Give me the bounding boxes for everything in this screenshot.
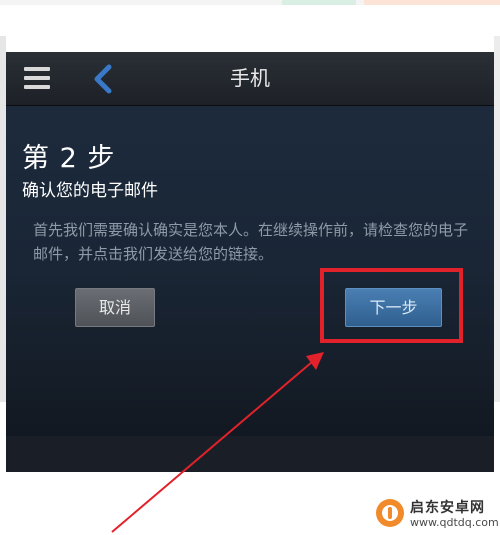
bottom-bar [6,436,494,472]
browser-top-strip [0,0,500,5]
step-subtitle: 确认您的电子邮件 [22,181,158,201]
watermark-name: 启东安卓网 [410,500,485,516]
step-title: 第 2 步 [22,143,116,174]
browser-tab[interactable] [364,0,500,5]
browser-tab[interactable] [282,0,356,5]
app-titlebar: 手机 [6,52,494,106]
watermark-url: www.qdtdq.com [410,516,499,529]
chevron-left-icon[interactable] [90,64,116,94]
next-step-button[interactable]: 下一步 [345,288,442,327]
page-title: 手机 [230,66,270,90]
cancel-button[interactable]: 取消 [75,288,155,327]
phone-screen: 手机 第 2 步 确认您的电子邮件 首先我们需要确认确实是您本人。在继续操作前，… [6,52,494,472]
watermark-logo-icon [376,499,404,527]
right-margin [494,36,500,402]
hamburger-menu-icon[interactable] [24,67,50,89]
watermark: 启东安卓网 www.qdtdq.com [374,495,500,535]
instruction-text: 首先我们需要确认确实是您本人。在继续操作前，请检查您的电子邮件，并点击我们发送给… [33,221,469,263]
